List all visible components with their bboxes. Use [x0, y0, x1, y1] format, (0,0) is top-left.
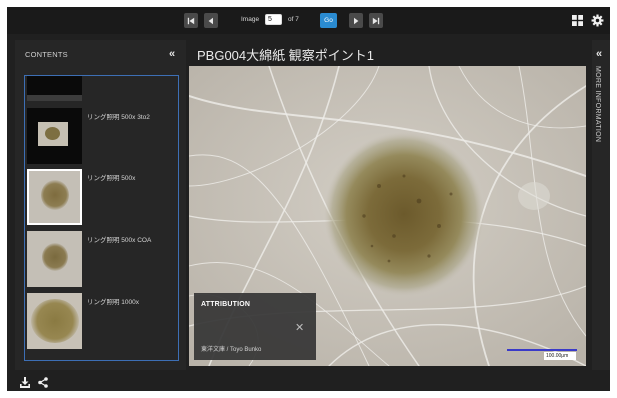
- thumbnail-list[interactable]: リング照明 500x 3to2 リング照明 500x リング照明 500x CO…: [24, 75, 179, 361]
- next-image-button[interactable]: [349, 13, 363, 28]
- thumbnail-image: [27, 293, 82, 349]
- last-page-button[interactable]: [369, 13, 383, 28]
- thumbnail-label: リング照明 500x 3to2: [87, 114, 150, 121]
- top-toolbar: Image of 7 Go: [7, 7, 610, 34]
- thumbnail-image: [27, 169, 82, 225]
- scale-bar: [507, 349, 577, 351]
- attribution-text: 東洋文庫 / Toyo Bunko: [201, 347, 262, 353]
- grid-icon[interactable]: [572, 15, 583, 26]
- image-number-input[interactable]: [265, 14, 282, 25]
- previous-image-button[interactable]: [204, 13, 218, 28]
- scale-label: 100.00μm: [546, 353, 569, 359]
- last-page-icon: [372, 17, 380, 24]
- image-label: Image: [241, 16, 260, 23]
- more-information-label[interactable]: MORE INFORMATION: [594, 66, 601, 142]
- image-count: of 7: [288, 16, 299, 23]
- image-title: PBG004大綿紙 観察ポイント1: [197, 48, 374, 63]
- thumbnail-label: リング照明 1000x: [87, 299, 140, 306]
- more-information-panel: « MORE INFORMATION: [592, 40, 610, 370]
- thumbnail-item[interactable]: リング照明 500x 3to2: [25, 108, 177, 166]
- thumbnail-label: リング照明 500x COA: [87, 237, 152, 244]
- main-image-canvas[interactable]: 100.00μm ATTRIBUTION ✕ 東洋文庫 / Toyo Bunko: [189, 66, 586, 366]
- thumbnail-item[interactable]: リング照明 500x COA: [25, 231, 177, 289]
- download-icon[interactable]: [20, 377, 30, 388]
- close-attribution-button[interactable]: ✕: [295, 321, 304, 334]
- collapse-more-information-button[interactable]: «: [596, 48, 602, 60]
- attribution-panel: ATTRIBUTION ✕ 東洋文庫 / Toyo Bunko: [194, 293, 316, 360]
- first-page-button[interactable]: [184, 13, 198, 28]
- thumbnail-image: [27, 76, 82, 101]
- thumbnail-item[interactable]: リング照明 1000x: [25, 293, 177, 351]
- collapse-contents-button[interactable]: «: [169, 48, 175, 60]
- next-icon: [354, 17, 359, 24]
- thumbnail-image: [27, 231, 82, 287]
- go-button[interactable]: Go: [320, 13, 337, 28]
- share-icon[interactable]: [38, 377, 48, 388]
- thumbnail-label: リング照明 500x: [87, 175, 136, 182]
- previous-icon: [208, 17, 213, 24]
- contents-title: CONTENTS: [25, 50, 68, 59]
- thumbnail-image: [27, 108, 82, 164]
- first-page-icon: [187, 17, 195, 24]
- thumbnail-item[interactable]: [25, 76, 177, 103]
- gear-icon[interactable]: [591, 14, 604, 27]
- thumbnail-item-selected[interactable]: リング照明 500x: [25, 169, 177, 227]
- contents-panel: CONTENTS « リング照明 500x 3to2 リング照明 500x リン…: [15, 40, 186, 370]
- viewer: Image of 7 Go: [7, 7, 610, 391]
- attribution-title: ATTRIBUTION: [201, 301, 251, 308]
